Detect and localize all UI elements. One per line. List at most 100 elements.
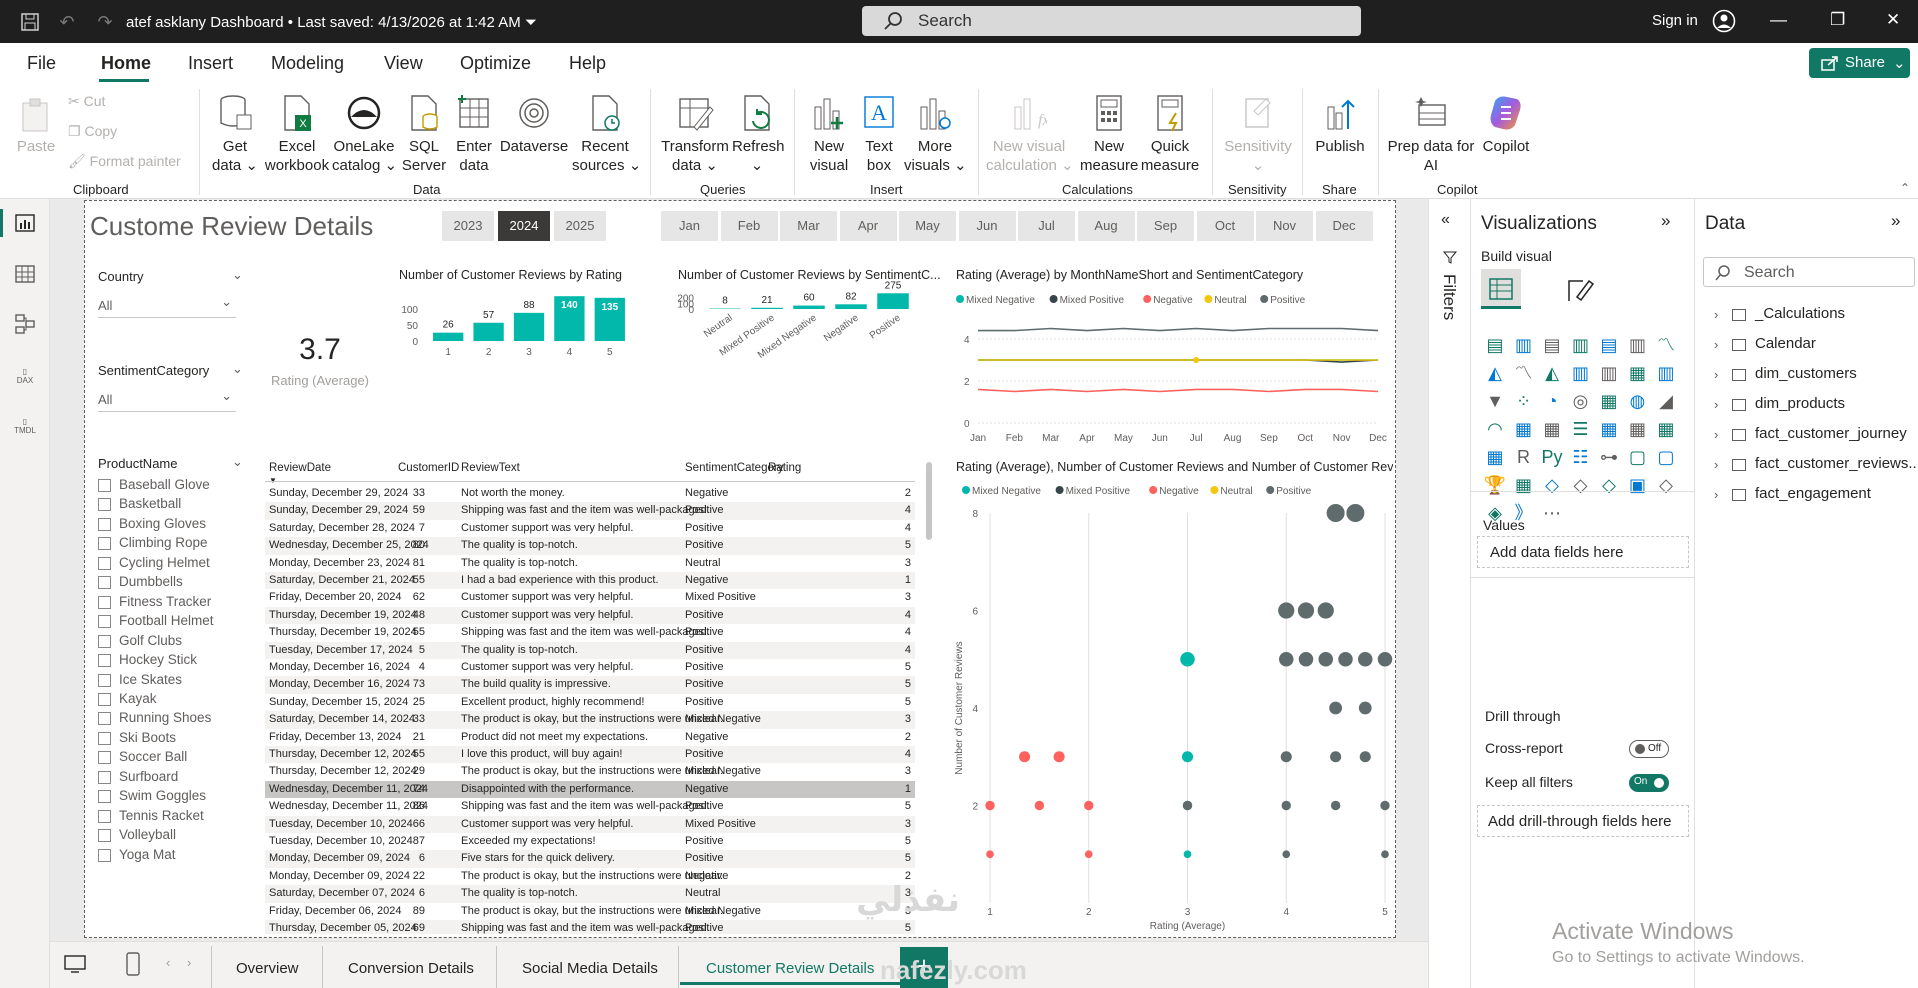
chevron-right-icon[interactable]: › <box>1714 337 1718 352</box>
scatter-point[interactable] <box>1330 800 1341 811</box>
checkbox[interactable] <box>98 595 111 609</box>
visual-type-icon[interactable]: ⊶ <box>1597 445 1621 469</box>
table-scrollbar[interactable] <box>926 462 932 540</box>
table-row[interactable]: Friday, December 13, 2024 21 Product did n… <box>265 729 915 746</box>
data-search-input[interactable]: Search <box>1703 257 1915 287</box>
chevron-right-icon[interactable]: › <box>1714 397 1718 412</box>
country-slicer[interactable]: Country ⌄ All ⌄ <box>86 261 246 342</box>
product-item[interactable]: Golf Clubs <box>98 633 238 650</box>
product-item[interactable]: Climbing Rope <box>98 535 238 552</box>
collapse-ribbon-icon[interactable]: ⌃ <box>1900 181 1910 195</box>
more-visuals-button[interactable]: More visuals ⌄ <box>904 93 967 175</box>
visual-type-icon[interactable]: ◍ <box>1626 389 1650 413</box>
checkbox[interactable] <box>98 673 111 687</box>
scatter-point[interactable] <box>1346 504 1365 522</box>
product-item[interactable]: Running Shoes <box>98 710 238 727</box>
model-view-icon[interactable] <box>13 312 37 336</box>
page-tab-conversion[interactable]: Conversion Details <box>348 960 474 977</box>
visual-type-icon[interactable]: ▥ <box>1512 333 1536 357</box>
menu-modeling[interactable]: Modeling <box>271 53 344 74</box>
document-title[interactable]: atef asklany Dashboard • Last saved: 4/1… <box>126 14 537 31</box>
data-table-item[interactable]: fact_customer_journey <box>1755 425 1907 442</box>
add-drill-through-well[interactable]: Add drill-through fields here <box>1477 805 1689 837</box>
quick-measure-button[interactable]: Quick measure <box>1140 93 1200 175</box>
year-button-2023[interactable]: 2023 <box>442 211 494 241</box>
chevron-right-icon[interactable]: › <box>1714 487 1718 502</box>
visual-type-icon[interactable]: ▤ <box>1540 333 1564 357</box>
checkbox[interactable] <box>98 634 111 648</box>
month-button-dec[interactable]: Dec <box>1315 211 1373 241</box>
share-button[interactable]: Share ⌄ <box>1809 48 1910 78</box>
sentiment-dropdown[interactable]: All ⌄ <box>98 386 236 412</box>
keep-filters-toggle[interactable]: On <box>1629 774 1669 792</box>
bar[interactable] <box>835 304 867 309</box>
product-item[interactable]: Swim Goggles <box>98 788 238 805</box>
table-row[interactable]: Friday, December 06, 2024 89 The product i… <box>265 903 915 920</box>
visual-type-icon[interactable]: ◇ <box>1540 473 1564 497</box>
checkbox[interactable] <box>98 731 111 745</box>
scatter-point[interactable] <box>985 800 995 811</box>
mobile-layout-icon[interactable] <box>126 952 140 976</box>
page-tab-overview[interactable]: Overview <box>236 960 299 977</box>
product-item[interactable]: Volleyball <box>98 827 238 844</box>
scatter-point[interactable] <box>1330 751 1342 763</box>
tmdl-view-icon[interactable]: ▯ TMDL <box>13 417 37 441</box>
scatter-point[interactable] <box>1329 701 1343 715</box>
visual-type-icon[interactable]: ▦ <box>1597 417 1621 441</box>
visual-type-icon[interactable]: ▥ <box>1597 361 1621 385</box>
sensitivity-button[interactable]: Sensitivity ⌄ <box>1220 93 1296 175</box>
table-row[interactable]: Monday, December 09, 2024 6 Five stars for… <box>265 850 915 868</box>
data-table-item[interactable]: Calendar <box>1755 335 1816 352</box>
product-item[interactable]: Tennis Racket <box>98 808 238 825</box>
country-dropdown[interactable]: All ⌄ <box>98 292 236 318</box>
format-visual-icon[interactable] <box>1565 275 1595 305</box>
page-tab-customer-review[interactable]: Customer Review Details <box>706 960 874 977</box>
product-item[interactable]: Cycling Helmet <box>98 555 238 572</box>
checkbox[interactable] <box>98 790 111 804</box>
visual-type-icon[interactable]: ▦ <box>1512 473 1536 497</box>
visual-type-icon[interactable]: ▼ <box>1483 389 1507 413</box>
table-header[interactable]: Rating <box>768 462 801 474</box>
expand-icon[interactable]: « <box>1441 211 1450 229</box>
new-measure-button[interactable]: New measure <box>1080 93 1138 175</box>
scatter-point[interactable] <box>1019 751 1031 763</box>
checkbox[interactable] <box>98 498 111 512</box>
table-row[interactable]: Saturday, December 14, 2024 33 The product… <box>265 711 915 729</box>
scatter-point[interactable] <box>1326 504 1345 522</box>
data-table-item[interactable]: dim_products <box>1755 395 1845 412</box>
table-row[interactable]: Thursday, December 12, 2024 29 The product… <box>265 763 915 780</box>
chevron-right-icon[interactable]: › <box>1714 427 1718 442</box>
product-item[interactable]: Football Helmet <box>98 613 238 630</box>
year-button-2024[interactable]: 2024 <box>498 211 550 241</box>
dataverse-button[interactable]: Dataverse <box>498 93 570 156</box>
data-point[interactable] <box>1193 357 1200 363</box>
visual-type-icon[interactable]: ☰ <box>1569 417 1593 441</box>
sql-server-button[interactable]: SQL Server <box>398 93 450 175</box>
scatter-point[interactable] <box>1281 800 1291 811</box>
enter-data-button[interactable]: Enter data <box>450 93 498 175</box>
month-button-feb[interactable]: Feb <box>720 211 778 241</box>
save-icon[interactable] <box>19 11 41 33</box>
visual-type-icon[interactable]: ▦ <box>1626 417 1650 441</box>
user-avatar-icon[interactable] <box>1712 9 1736 33</box>
scatter-chart[interactable]: Rating (Average), Number of Customer Rev… <box>950 455 1393 934</box>
close-icon[interactable]: ✕ <box>1886 10 1900 30</box>
onelake-catalog-button[interactable]: OneLake catalog ⌄ <box>332 93 397 175</box>
redo-icon[interactable]: ↷ <box>94 11 116 33</box>
cross-report-toggle[interactable]: Off <box>1629 740 1669 758</box>
transform-data-button[interactable]: Transform data ⌄ <box>658 93 732 175</box>
month-button-apr[interactable]: Apr <box>839 211 897 241</box>
report-view-icon[interactable] <box>13 211 37 235</box>
restore-icon[interactable]: ❐ <box>1830 10 1845 30</box>
product-item[interactable]: Ski Boots <box>98 730 238 747</box>
new-visual-calculation-button[interactable]: fx New visual calculation ⌄ <box>986 93 1074 175</box>
table-row[interactable]: Saturday, December 21, 2024 55 I had a bad… <box>265 572 915 590</box>
checkbox[interactable] <box>98 517 111 531</box>
scatter-point[interactable] <box>1181 751 1194 763</box>
month-button-sep[interactable]: Sep <box>1137 211 1194 241</box>
product-item[interactable]: Soccer Ball <box>98 749 238 766</box>
sentiment-slicer[interactable]: SentimentCategory ⌄ All ⌄ <box>86 355 246 436</box>
product-item[interactable]: Surfboard <box>98 769 238 786</box>
menu-help[interactable]: Help <box>569 53 606 74</box>
checkbox[interactable] <box>98 809 111 823</box>
